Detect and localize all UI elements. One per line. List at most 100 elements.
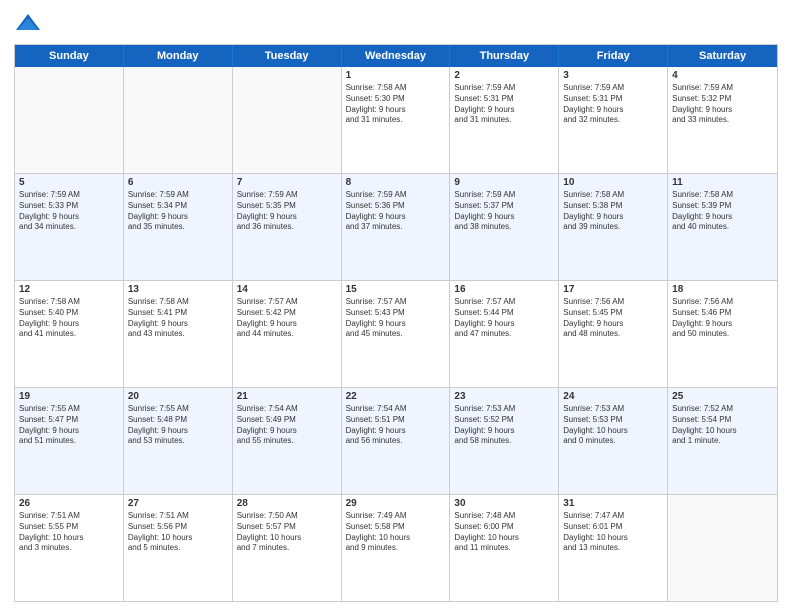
day-info: Sunrise: 7:59 AM Sunset: 5:33 PM Dayligh… <box>19 190 119 233</box>
day-cell-22: 22 Sunrise: 7:54 AM Sunset: 5:51 PM Dayli… <box>342 388 451 494</box>
day-info: Sunrise: 7:51 AM Sunset: 5:55 PM Dayligh… <box>19 511 119 554</box>
day-number: 19 <box>19 391 119 402</box>
day-cell-2: 2 Sunrise: 7:59 AM Sunset: 5:31 PM Daylig… <box>450 67 559 173</box>
empty-cell-0-1 <box>124 67 233 173</box>
day-info: Sunrise: 7:55 AM Sunset: 5:48 PM Dayligh… <box>128 404 228 447</box>
week-row-3: 19 Sunrise: 7:55 AM Sunset: 5:47 PM Dayli… <box>15 388 777 495</box>
day-info: Sunrise: 7:48 AM Sunset: 6:00 PM Dayligh… <box>454 511 554 554</box>
day-number: 21 <box>237 391 337 402</box>
day-info: Sunrise: 7:58 AM Sunset: 5:39 PM Dayligh… <box>672 190 773 233</box>
day-number: 18 <box>672 284 773 295</box>
day-cell-14: 14Sunrise: 7:57 AM Sunset: 5:42 PM Dayli… <box>233 281 342 387</box>
header-day-monday: Monday <box>124 45 233 67</box>
day-info: Sunrise: 7:58 AM Sunset: 5:30 PM Dayligh… <box>346 83 446 126</box>
day-number: 9 <box>454 177 554 188</box>
day-number: 23 <box>454 391 554 402</box>
day-cell-23: 23 Sunrise: 7:53 AM Sunset: 5:52 PM Dayli… <box>450 388 559 494</box>
week-row-2: 12 Sunrise: 7:58 AM Sunset: 5:40 PM Dayli… <box>15 281 777 388</box>
day-cell-21: 21Sunrise: 7:54 AM Sunset: 5:49 PM Dayli… <box>233 388 342 494</box>
day-number: 6 <box>128 177 228 188</box>
week-row-4: 26 Sunrise: 7:51 AM Sunset: 5:55 PM Dayli… <box>15 495 777 601</box>
day-number: 3 <box>563 70 663 81</box>
day-info: Sunrise: 7:53 AM Sunset: 5:52 PM Dayligh… <box>454 404 554 447</box>
day-info: Sunrise: 7:58 AM Sunset: 5:40 PM Dayligh… <box>19 297 119 340</box>
day-number: 20 <box>128 391 228 402</box>
day-cell-8: 8 Sunrise: 7:59 AM Sunset: 5:36 PM Daylig… <box>342 174 451 280</box>
logo-icon <box>14 10 42 38</box>
day-number: 31 <box>563 498 663 509</box>
day-number: 22 <box>346 391 446 402</box>
day-number: 29 <box>346 498 446 509</box>
day-cell-25: 25 Sunrise: 7:52 AM Sunset: 5:54 PM Dayli… <box>668 388 777 494</box>
calendar-header: SundayMondayTuesdayWednesdayThursdayFrid… <box>15 45 777 67</box>
day-cell-27: 27Sunrise: 7:51 AM Sunset: 5:56 PM Dayli… <box>124 495 233 601</box>
day-cell-17: 17Sunrise: 7:56 AM Sunset: 5:45 PM Dayli… <box>559 281 668 387</box>
day-cell-28: 28 Sunrise: 7:50 AM Sunset: 5:57 PM Dayli… <box>233 495 342 601</box>
day-info: Sunrise: 7:57 AM Sunset: 5:42 PM Dayligh… <box>237 297 337 340</box>
day-cell-29: 29Sunrise: 7:49 AM Sunset: 5:58 PM Dayli… <box>342 495 451 601</box>
day-number: 28 <box>237 498 337 509</box>
day-cell-30: 30 Sunrise: 7:48 AM Sunset: 6:00 PM Dayli… <box>450 495 559 601</box>
day-number: 10 <box>563 177 663 188</box>
day-cell-9: 9 Sunrise: 7:59 AM Sunset: 5:37 PM Daylig… <box>450 174 559 280</box>
day-cell-15: 15Sunrise: 7:57 AM Sunset: 5:43 PM Dayli… <box>342 281 451 387</box>
day-info: Sunrise: 7:47 AM Sunset: 6:01 PM Dayligh… <box>563 511 663 554</box>
day-info: Sunrise: 7:53 AM Sunset: 5:53 PM Dayligh… <box>563 404 663 447</box>
day-info: Sunrise: 7:59 AM Sunset: 5:37 PM Dayligh… <box>454 190 554 233</box>
day-number: 25 <box>672 391 773 402</box>
day-cell-10: 10 Sunrise: 7:58 AM Sunset: 5:38 PM Dayli… <box>559 174 668 280</box>
header-day-tuesday: Tuesday <box>233 45 342 67</box>
day-info: Sunrise: 7:55 AM Sunset: 5:47 PM Dayligh… <box>19 404 119 447</box>
day-cell-16: 16 Sunrise: 7:57 AM Sunset: 5:44 PM Dayli… <box>450 281 559 387</box>
day-info: Sunrise: 7:57 AM Sunset: 5:44 PM Dayligh… <box>454 297 554 340</box>
calendar-body: 1Sunrise: 7:58 AM Sunset: 5:30 PM Daylig… <box>15 67 777 601</box>
day-info: Sunrise: 7:59 AM Sunset: 5:35 PM Dayligh… <box>237 190 337 233</box>
day-info: Sunrise: 7:59 AM Sunset: 5:32 PM Dayligh… <box>672 83 773 126</box>
day-info: Sunrise: 7:59 AM Sunset: 5:31 PM Dayligh… <box>454 83 554 126</box>
day-number: 26 <box>19 498 119 509</box>
empty-cell-4-6 <box>668 495 777 601</box>
day-number: 12 <box>19 284 119 295</box>
day-number: 17 <box>563 284 663 295</box>
day-info: Sunrise: 7:58 AM Sunset: 5:41 PM Dayligh… <box>128 297 228 340</box>
day-info: Sunrise: 7:57 AM Sunset: 5:43 PM Dayligh… <box>346 297 446 340</box>
day-cell-4: 4 Sunrise: 7:59 AM Sunset: 5:32 PM Daylig… <box>668 67 777 173</box>
day-cell-24: 24 Sunrise: 7:53 AM Sunset: 5:53 PM Dayli… <box>559 388 668 494</box>
day-number: 8 <box>346 177 446 188</box>
week-row-1: 5 Sunrise: 7:59 AM Sunset: 5:33 PM Daylig… <box>15 174 777 281</box>
day-info: Sunrise: 7:59 AM Sunset: 5:36 PM Dayligh… <box>346 190 446 233</box>
calendar: SundayMondayTuesdayWednesdayThursdayFrid… <box>14 44 778 602</box>
day-cell-18: 18 Sunrise: 7:56 AM Sunset: 5:46 PM Dayli… <box>668 281 777 387</box>
day-info: Sunrise: 7:50 AM Sunset: 5:57 PM Dayligh… <box>237 511 337 554</box>
day-cell-31: 31 Sunrise: 7:47 AM Sunset: 6:01 PM Dayli… <box>559 495 668 601</box>
day-cell-1: 1Sunrise: 7:58 AM Sunset: 5:30 PM Daylig… <box>342 67 451 173</box>
day-number: 13 <box>128 284 228 295</box>
day-cell-13: 13 Sunrise: 7:58 AM Sunset: 5:41 PM Dayli… <box>124 281 233 387</box>
header-day-thursday: Thursday <box>450 45 559 67</box>
day-info: Sunrise: 7:58 AM Sunset: 5:38 PM Dayligh… <box>563 190 663 233</box>
day-cell-7: 7 Sunrise: 7:59 AM Sunset: 5:35 PM Daylig… <box>233 174 342 280</box>
day-cell-3: 3 Sunrise: 7:59 AM Sunset: 5:31 PM Daylig… <box>559 67 668 173</box>
day-number: 7 <box>237 177 337 188</box>
day-number: 24 <box>563 391 663 402</box>
day-number: 30 <box>454 498 554 509</box>
day-number: 11 <box>672 177 773 188</box>
day-number: 4 <box>672 70 773 81</box>
day-number: 16 <box>454 284 554 295</box>
week-row-0: 1Sunrise: 7:58 AM Sunset: 5:30 PM Daylig… <box>15 67 777 174</box>
day-number: 2 <box>454 70 554 81</box>
header <box>14 10 778 38</box>
header-day-friday: Friday <box>559 45 668 67</box>
page: SundayMondayTuesdayWednesdayThursdayFrid… <box>0 0 792 612</box>
day-number: 5 <box>19 177 119 188</box>
day-cell-11: 11 Sunrise: 7:58 AM Sunset: 5:39 PM Dayli… <box>668 174 777 280</box>
empty-cell-0-2 <box>233 67 342 173</box>
day-info: Sunrise: 7:54 AM Sunset: 5:51 PM Dayligh… <box>346 404 446 447</box>
day-info: Sunrise: 7:59 AM Sunset: 5:34 PM Dayligh… <box>128 190 228 233</box>
day-info: Sunrise: 7:51 AM Sunset: 5:56 PM Dayligh… <box>128 511 228 554</box>
day-info: Sunrise: 7:56 AM Sunset: 5:46 PM Dayligh… <box>672 297 773 340</box>
day-info: Sunrise: 7:59 AM Sunset: 5:31 PM Dayligh… <box>563 83 663 126</box>
day-info: Sunrise: 7:52 AM Sunset: 5:54 PM Dayligh… <box>672 404 773 447</box>
header-day-saturday: Saturday <box>668 45 777 67</box>
day-cell-5: 5 Sunrise: 7:59 AM Sunset: 5:33 PM Daylig… <box>15 174 124 280</box>
